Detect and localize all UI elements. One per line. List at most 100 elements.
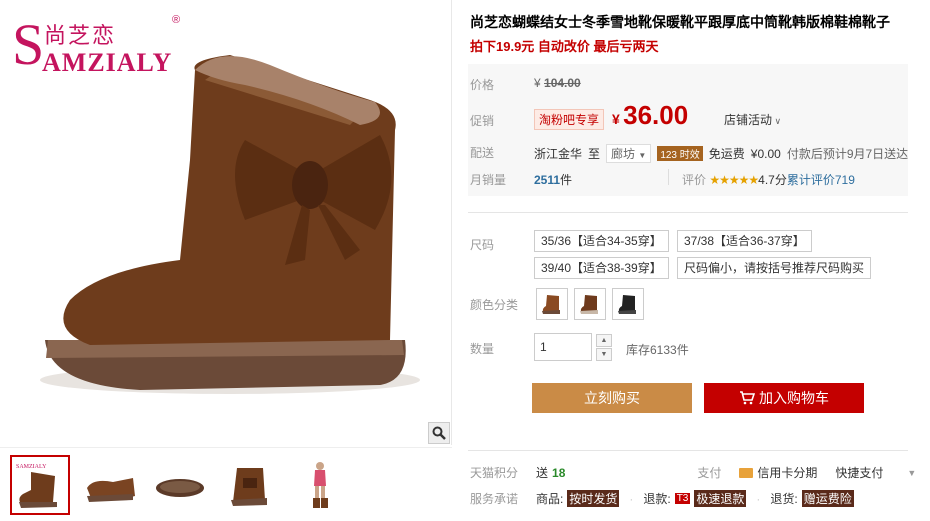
credit-card-icon (739, 467, 754, 478)
boot-photo (40, 55, 420, 394)
caret-down-icon: ▼ (600, 351, 608, 358)
timeliness-badge: 123 时效 (657, 146, 703, 161)
installment-pay[interactable]: 信用卡分期 (757, 464, 817, 481)
caret-down-icon[interactable]: ▼ (907, 468, 916, 478)
promo-text: 拍下19.9元 自动改价 最后亏两天 (470, 39, 659, 54)
boot-thumb-icon: SAMZIALY (16, 464, 57, 508)
color-label: 颜色分类 (470, 298, 519, 312)
ship-to-city: 廊坊 (611, 147, 636, 161)
add-to-cart-label: 加入购物车 (759, 390, 829, 406)
ship-to-word: 至 (588, 147, 601, 161)
original-price-yen: ¥ (534, 76, 541, 90)
points-value: 18 (552, 465, 566, 480)
points-send: 送 (536, 466, 549, 480)
sales-count: 2511 (534, 173, 561, 187)
add-to-cart-button[interactable]: 加入购物车 (704, 383, 864, 413)
goods-label: 商品: (536, 492, 564, 506)
zoom-button[interactable] (428, 422, 450, 444)
return-label: 退货: (770, 492, 798, 506)
review-label: 评价 (682, 173, 707, 187)
shipping-fee: ¥0.00 (750, 146, 781, 161)
price-box: 价格 ¥ 104.00 促销 淘粉吧专享 ¥ 36.00 店铺活动 ∨ 配送 浙… (468, 64, 908, 196)
divider (468, 212, 908, 213)
quantity-input[interactable]: 1 (534, 333, 592, 361)
original-price: ¥ 104.00 (534, 76, 581, 90)
original-price-value: 104.00 (544, 76, 581, 90)
boot-swatch-icon (618, 295, 636, 314)
model-thumb-icon (313, 461, 328, 508)
product-title: 尚芝恋蝴蝶结女士冬季雪地靴保暖靴平跟厚底中筒靴韩版棉鞋棉靴子 (470, 14, 890, 30)
thumbnail-5[interactable] (290, 455, 350, 515)
divider (468, 450, 908, 451)
quantity-decrease-button[interactable]: ▼ (596, 348, 612, 361)
dot-separator: · (756, 491, 761, 506)
color-swatch-brown[interactable] (536, 288, 568, 320)
points-pay-row: 天猫积分 送 18 支付 信用卡分期 快捷支付 ▼ (470, 464, 916, 481)
sales-unit: 件 (560, 173, 573, 187)
main-product-image[interactable]: S 尚芝恋 AMZIALY ® (0, 0, 452, 445)
on-time-ship-tag: 按时发货 (567, 490, 620, 507)
t3-badge: T3 (674, 493, 691, 504)
promo-tag: 淘粉吧专享 (534, 109, 605, 130)
boot-side-thumb-icon (87, 477, 135, 502)
current-price: ¥ 36.00 (612, 100, 688, 131)
sales-label: 月销量 (470, 173, 507, 187)
svg-text:SAMZIALY: SAMZIALY (16, 464, 47, 470)
size-option-37-38[interactable]: 37/38【适合36-37穿】 (677, 230, 812, 252)
size-option-note[interactable]: 尺码偏小，请按括号推荐尺码购买 (677, 257, 872, 279)
caret-down-icon: ▼ (638, 151, 647, 160)
magnifier-icon (432, 426, 446, 440)
size-option-39-40[interactable]: 39/40【适合38-39穿】 (534, 257, 669, 279)
size-label: 尺码 (470, 238, 495, 252)
boot-swatch-icon (580, 295, 598, 314)
current-price-yen: ¥ (612, 111, 620, 127)
store-activity-label: 店铺活动 (724, 113, 773, 127)
current-price-value: 36.00 (623, 100, 689, 130)
rating-score: 4.7分 (758, 173, 787, 187)
service-row: 服务承诺 商品: 按时发货 · 退款: T3 极速退款 · 退货: 赠运费险 (470, 490, 854, 507)
shipping-row: 浙江金华 至 廊坊 ▼ 123 时效 免运费 ¥0.00 付款后预计9月7日送达 (534, 144, 908, 163)
ship-from: 浙江金华 (534, 147, 583, 161)
logo-registered: ® (172, 14, 181, 26)
price-label: 价格 (470, 78, 495, 92)
total-reviews: 累计评价719 (786, 173, 855, 187)
review-summary[interactable]: 评价 ★★★★★4.7分累计评价719 (682, 171, 855, 188)
product-detail-panel: 尚芝恋蝴蝶结女士冬季雪地靴保暖靴平跟厚底中筒靴韩版棉鞋棉靴子 拍下19.9元 自… (468, 0, 930, 521)
service-label: 服务承诺 (470, 492, 519, 506)
refund-label: 退款: (643, 492, 671, 506)
caret-up-icon: ▲ (600, 337, 608, 344)
thumbnail-strip: SAMZIALY (0, 447, 452, 521)
boot-sole-thumb-icon (156, 478, 204, 497)
dot-separator: · (629, 491, 634, 506)
star-rating-icon: ★★★★★ (709, 173, 759, 187)
size-option-35-36[interactable]: 35/36【适合34-35穿】 (534, 230, 669, 252)
ship-to-select[interactable]: 廊坊 ▼ (606, 144, 652, 163)
buy-now-button[interactable]: 立刻购买 (532, 383, 692, 413)
return-insurance-tag: 赠运费险 (801, 490, 854, 507)
chevron-down-icon: ∨ (772, 116, 782, 126)
thumbnail-1[interactable]: SAMZIALY (10, 454, 70, 515)
shipping-label: 配送 (470, 146, 495, 160)
divider (668, 169, 669, 185)
store-activity-dropdown[interactable]: 店铺活动 ∨ (724, 111, 781, 128)
monthly-sales: 2511件 (534, 171, 572, 188)
thumbnail-4[interactable] (220, 455, 280, 515)
quantity-increase-button[interactable]: ▲ (596, 334, 612, 347)
points-label: 天猫积分 (470, 466, 519, 480)
color-swatch-dark-brown[interactable] (574, 288, 606, 320)
delivery-eta: 付款后预计9月7日送达 (786, 147, 909, 161)
thumbnail-2[interactable] (80, 455, 140, 515)
cart-icon (740, 391, 756, 405)
boot-back-thumb-icon (231, 467, 267, 506)
product-gallery: S 尚芝恋 AMZIALY ® SAMZIALY (0, 0, 452, 521)
quick-pay[interactable]: 快捷支付 (835, 464, 883, 481)
pay-label: 支付 (697, 466, 722, 480)
thumbnail-3[interactable] (150, 455, 210, 515)
promo-label: 促销 (470, 114, 495, 128)
quantity-label: 数量 (470, 342, 495, 356)
color-swatch-black[interactable] (612, 288, 644, 320)
boot-swatch-icon (542, 295, 560, 314)
fast-refund-tag: 极速退款 (694, 490, 747, 507)
stock-count: 库存6133件 (626, 343, 689, 357)
free-shipping: 免运费 (708, 147, 745, 161)
